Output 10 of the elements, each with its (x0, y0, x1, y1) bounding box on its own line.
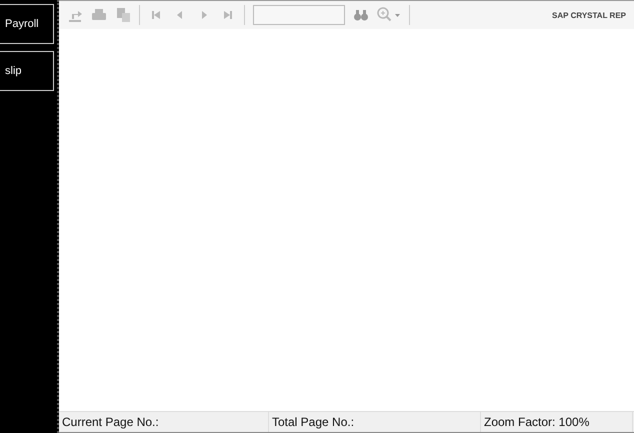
sidebar-button[interactable]: Payroll (0, 4, 54, 44)
copy-icon[interactable] (115, 7, 131, 23)
binoculars-icon[interactable] (353, 7, 369, 23)
zoom-icon[interactable] (377, 7, 401, 23)
status-text: Current Page No.: (59, 412, 269, 432)
sidebar-button[interactable]: slip (0, 51, 54, 91)
brand-label: SAP CRYSTAL REP (552, 10, 626, 20)
status-text: Total Page No.: (269, 412, 481, 432)
status-text: Zoom Factor: 100% (481, 412, 633, 432)
search-field[interactable] (253, 5, 345, 25)
